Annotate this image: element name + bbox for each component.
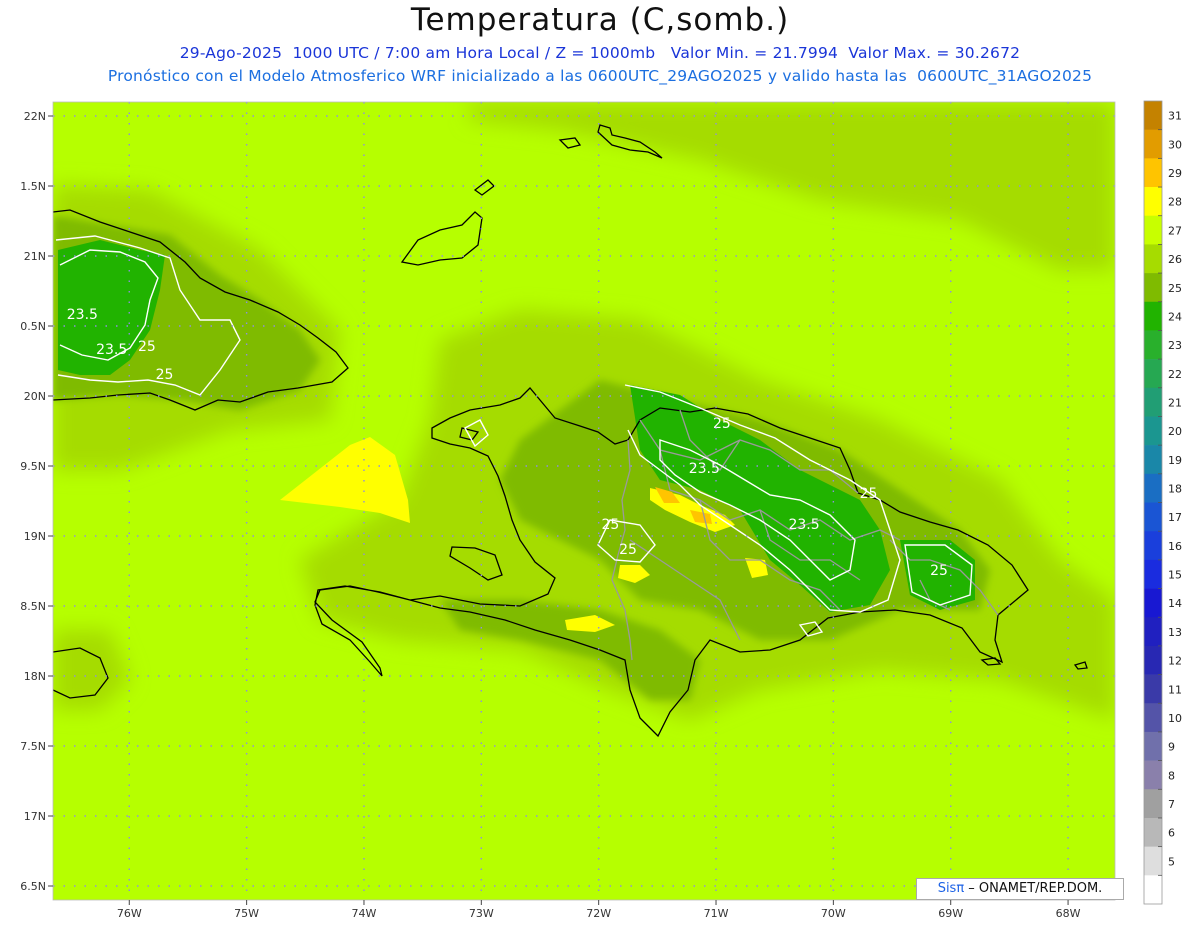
latitude-axis: 22N 1.5N 21N 0.5N 20N 9.5N 19N 8.5N 18N 7.5N 17N 6.… <box>20 110 53 893</box>
lon-tick-label: 70W <box>821 907 846 920</box>
legend-label: 5 <box>1168 855 1175 868</box>
contour-label: 23.5 <box>96 342 127 358</box>
legend-label: 15 <box>1168 569 1182 582</box>
legend-label: 8 <box>1168 769 1175 782</box>
legend-swatch <box>1144 559 1162 589</box>
lat-tick-label: 9.5N <box>20 460 46 473</box>
legend-swatch <box>1144 617 1162 647</box>
legend-swatch <box>1144 846 1162 876</box>
legend-swatch <box>1144 387 1162 417</box>
legend-swatch <box>1144 273 1162 303</box>
legend-label: 19 <box>1168 454 1182 467</box>
legend-label: 23 <box>1168 339 1182 352</box>
legend-swatch <box>1144 789 1162 819</box>
legend-swatch <box>1144 330 1162 360</box>
legend-swatch <box>1144 187 1162 217</box>
credit-box: Sisπ – ONAMET/REP.DOM. <box>916 878 1124 900</box>
lat-tick-label: 20N <box>24 390 46 403</box>
legend-label: 21 <box>1168 396 1182 409</box>
lat-tick-label: 0.5N <box>20 320 46 333</box>
legend-label: 17 <box>1168 511 1182 524</box>
credit-text: – ONAMET/REP.DOM. <box>964 881 1103 896</box>
legend-label: 13 <box>1168 626 1182 639</box>
color-legend: 31 30 29 28 27 26 25 24 23 22 21 20 19 18 17 16 15 14 13 12… <box>1143 100 1182 905</box>
lon-tick-label: 68W <box>1056 907 1081 920</box>
legend-label: 18 <box>1168 483 1182 496</box>
contour-label: 25 <box>156 367 174 383</box>
legend-swatch <box>1144 473 1162 503</box>
contour-label: 25 <box>860 486 878 502</box>
legend-label: 14 <box>1168 597 1182 610</box>
lon-tick-label: 71W <box>704 907 729 920</box>
contour-label: 23.5 <box>788 517 819 533</box>
lat-tick-label: 7.5N <box>20 740 46 753</box>
legend-swatch <box>1144 129 1162 159</box>
legend-swatch <box>1144 244 1162 274</box>
map-canvas: 23.523.5 25252523.52523.5252525 22N1.5N21… <box>20 100 1182 920</box>
lon-tick-label: 75W <box>234 907 259 920</box>
legend-swatch <box>1144 731 1162 761</box>
legend-label: 11 <box>1168 683 1182 696</box>
lon-tick-label: 76W <box>117 907 142 920</box>
lon-tick-label: 74W <box>352 907 377 920</box>
legend-label: 20 <box>1168 425 1182 438</box>
legend-label: 6 <box>1168 827 1175 840</box>
legend-swatch <box>1144 445 1162 475</box>
legend-label: 12 <box>1168 655 1182 668</box>
legend-label: 9 <box>1168 741 1175 754</box>
lat-tick-label: 22N <box>24 110 46 123</box>
legend-label: 10 <box>1168 712 1182 725</box>
legend-label: 25 <box>1168 282 1182 295</box>
legend-swatch <box>1144 588 1162 618</box>
legend-swatch <box>1144 158 1162 188</box>
legend-label: 29 <box>1168 167 1182 180</box>
lat-tick-label: 6.5N <box>20 880 46 893</box>
contour-label: 25 <box>713 416 731 432</box>
contour-label: 25 <box>601 517 619 533</box>
lon-tick-label: 73W <box>469 907 494 920</box>
legend-swatch <box>1144 359 1162 389</box>
lat-tick-label: 21N <box>24 250 46 263</box>
legend-label: 7 <box>1168 798 1175 811</box>
legend-swatch <box>1144 215 1162 245</box>
contour-label: 23.5 <box>67 307 98 323</box>
contour-label: 25 <box>930 563 948 579</box>
legend-swatch <box>1144 502 1162 532</box>
lat-tick-label: 17N <box>24 810 46 823</box>
legend-swatch <box>1144 645 1162 675</box>
legend-label: 31 <box>1168 110 1182 123</box>
legend-label: 26 <box>1168 253 1182 266</box>
lon-tick-label: 69W <box>938 907 963 920</box>
legend-swatch <box>1144 101 1162 130</box>
legend-label: 27 <box>1168 224 1182 237</box>
legend-swatch <box>1144 703 1162 733</box>
temperature-field <box>53 102 1115 900</box>
legend-label: 28 <box>1168 196 1182 209</box>
legend-label: 16 <box>1168 540 1182 553</box>
legend-swatch <box>1144 531 1162 561</box>
lat-tick-label: 19N <box>24 530 46 543</box>
legend-swatch <box>1144 875 1162 905</box>
lon-tick-label: 72W <box>586 907 611 920</box>
contour-label: 25 <box>138 339 156 355</box>
legend-label: 30 <box>1168 138 1182 151</box>
legend-swatch <box>1144 301 1162 331</box>
contour-label: 25 <box>619 542 637 558</box>
legend-label: 24 <box>1168 310 1182 323</box>
lat-tick-label: 1.5N <box>20 180 46 193</box>
legend-swatch <box>1144 817 1162 847</box>
legend-swatch <box>1144 760 1162 790</box>
legend-swatch <box>1144 674 1162 704</box>
legend-label: 22 <box>1168 368 1182 381</box>
legend-swatch <box>1144 416 1162 446</box>
lat-tick-label: 18N <box>24 670 46 683</box>
lat-tick-label: 8.5N <box>20 600 46 613</box>
credit-brand: Sisπ <box>937 881 965 896</box>
contour-label: 23.5 <box>689 461 720 477</box>
longitude-axis: 76W 75W 74W 73W 72W 71W 70W 69W 68W <box>117 900 1081 920</box>
